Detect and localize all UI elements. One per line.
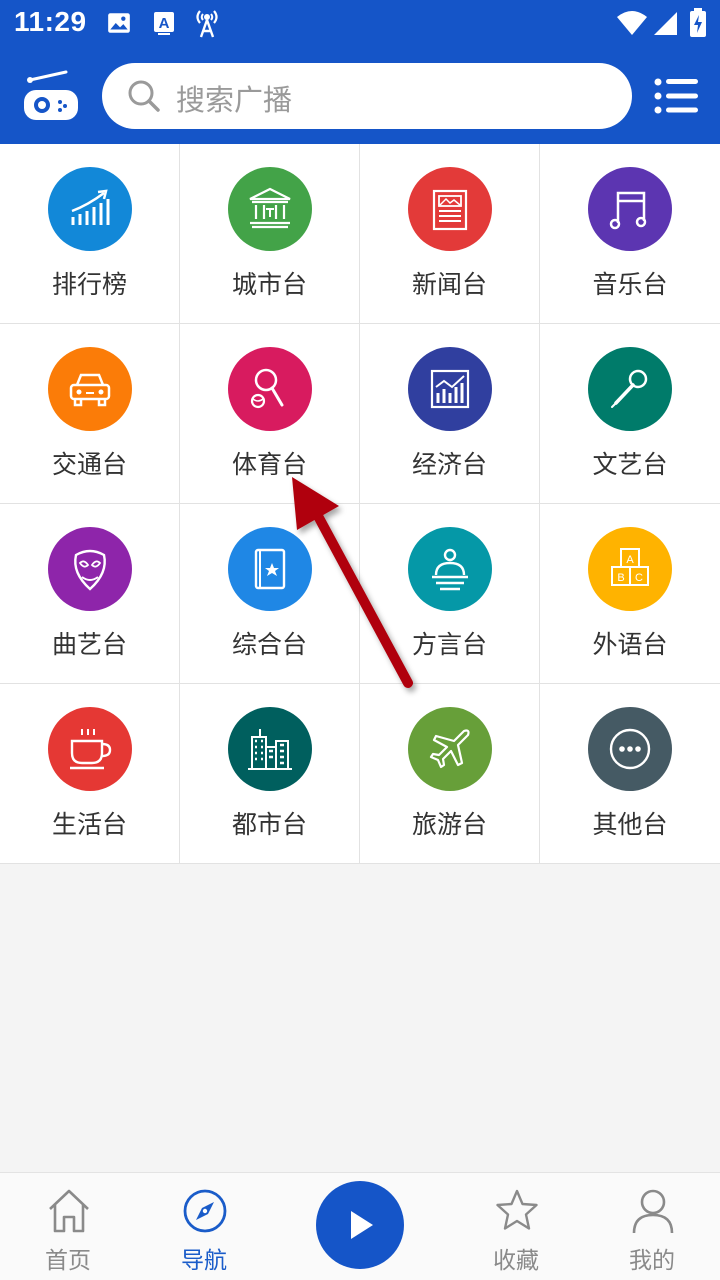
category-label: 外语台 bbox=[592, 630, 668, 659]
star-icon bbox=[496, 1189, 538, 1230]
home-icon bbox=[49, 1189, 89, 1233]
category-icon-bg bbox=[227, 707, 312, 791]
category-dialect[interactable]: 方言台 bbox=[360, 504, 540, 684]
car-icon bbox=[69, 373, 110, 407]
user-icon bbox=[632, 1189, 674, 1234]
broadcast-tower-icon bbox=[196, 10, 218, 38]
category-icon-bg bbox=[47, 707, 132, 791]
airplane-icon bbox=[429, 729, 470, 769]
category-icon-bg bbox=[227, 347, 312, 431]
category-icon-bg bbox=[227, 167, 312, 251]
category-icon-bg bbox=[47, 167, 132, 251]
abc-blocks-icon: A B C bbox=[611, 548, 649, 586]
category-city[interactable]: 城市台 bbox=[180, 144, 360, 324]
category-label: 其他台 bbox=[592, 810, 668, 839]
nav-favorites[interactable]: 收藏 bbox=[456, 1173, 576, 1280]
category-travel[interactable]: 旅游台 bbox=[360, 684, 540, 864]
category-icon-bg bbox=[227, 527, 312, 611]
search-icon bbox=[128, 80, 160, 112]
category-traffic[interactable]: 交通台 bbox=[0, 324, 180, 504]
category-metro[interactable]: 都市台 bbox=[180, 684, 360, 864]
category-label: 文艺台 bbox=[592, 450, 668, 479]
opera-mask-icon bbox=[73, 549, 106, 591]
more-dots-icon bbox=[609, 728, 651, 770]
list-menu-icon[interactable] bbox=[654, 76, 698, 116]
category-label: 交通台 bbox=[51, 450, 127, 479]
category-other[interactable]: 其他台 bbox=[540, 684, 720, 864]
category-label: 综合台 bbox=[231, 630, 307, 659]
economy-chart-icon bbox=[430, 369, 469, 409]
coffee-cup-icon bbox=[69, 729, 111, 770]
category-label: 经济台 bbox=[411, 450, 487, 479]
city-buildings-icon bbox=[247, 729, 292, 770]
newspaper-icon bbox=[432, 189, 467, 231]
category-foreign-language[interactable]: A B C 外语台 bbox=[540, 504, 720, 684]
nav-navigation[interactable]: 导航 bbox=[144, 1173, 264, 1280]
nav-label: 首页 bbox=[45, 1248, 91, 1274]
category-icon-bg bbox=[407, 167, 492, 251]
app-bar: 搜索广播 bbox=[0, 48, 720, 144]
search-placeholder: 搜索广播 bbox=[176, 83, 293, 117]
signal-icon bbox=[654, 12, 677, 35]
category-label: 排行榜 bbox=[51, 270, 127, 299]
play-icon bbox=[351, 1211, 373, 1239]
keyboard-a-icon: A bbox=[154, 12, 174, 35]
category-label: 生活台 bbox=[51, 810, 127, 839]
battery-charging-icon bbox=[690, 8, 706, 37]
music-note-icon bbox=[609, 191, 647, 230]
chart-up-icon bbox=[71, 189, 109, 225]
category-icon-bg: A B C bbox=[588, 527, 672, 611]
category-label: 旅游台 bbox=[411, 810, 487, 839]
wifi-icon bbox=[617, 11, 647, 35]
category-label: 新闻台 bbox=[411, 270, 487, 299]
category-icon-bg bbox=[588, 707, 672, 791]
category-label: 音乐台 bbox=[592, 270, 668, 299]
nav-profile[interactable]: 我的 bbox=[592, 1173, 712, 1280]
category-icon-bg bbox=[47, 527, 132, 611]
category-economy[interactable]: 经济台 bbox=[360, 324, 540, 504]
category-icon-bg bbox=[588, 347, 672, 431]
microphone-icon bbox=[611, 369, 648, 408]
category-icon-bg bbox=[407, 707, 492, 791]
category-label: 都市台 bbox=[231, 810, 307, 839]
svg-text:B: B bbox=[617, 572, 624, 584]
category-general[interactable]: 综合台 bbox=[180, 504, 360, 684]
building-columns-icon bbox=[249, 187, 290, 229]
category-lifestyle[interactable]: 生活台 bbox=[0, 684, 180, 864]
nav-home[interactable]: 首页 bbox=[8, 1173, 128, 1280]
category-news[interactable]: 新闻台 bbox=[360, 144, 540, 324]
book-star-icon bbox=[254, 548, 285, 590]
category-label: 体育台 bbox=[231, 450, 307, 479]
category-arts[interactable]: 文艺台 bbox=[540, 324, 720, 504]
category-ranking[interactable]: 排行榜 bbox=[0, 144, 180, 324]
image-icon bbox=[108, 13, 130, 33]
category-label: 城市台 bbox=[231, 270, 307, 299]
nav-label: 我的 bbox=[629, 1248, 675, 1274]
status-time: 11:29 bbox=[14, 6, 87, 37]
bottom-navigation: 首页 导航 收藏 我的 bbox=[0, 1172, 720, 1280]
svg-text:C: C bbox=[635, 572, 643, 584]
category-icon-bg bbox=[407, 347, 492, 431]
compass-icon bbox=[183, 1189, 227, 1233]
play-button[interactable] bbox=[316, 1181, 404, 1269]
svg-text:A: A bbox=[159, 15, 170, 32]
category-icon-bg bbox=[47, 347, 132, 431]
category-icon-bg bbox=[407, 527, 492, 611]
category-folk-arts[interactable]: 曲艺台 bbox=[0, 504, 180, 684]
radio-icon[interactable] bbox=[22, 70, 80, 122]
nav-label: 导航 bbox=[181, 1248, 227, 1274]
search-input[interactable]: 搜索广播 bbox=[102, 63, 632, 129]
category-icon-bg bbox=[588, 167, 672, 251]
speaker-podium-icon bbox=[431, 548, 468, 591]
category-music[interactable]: 音乐台 bbox=[540, 144, 720, 324]
category-grid: 排行榜 城市台 新闻台 音乐台 交通台 体育台 经济台 文艺台 曲艺台 综合台 … bbox=[0, 144, 720, 864]
app-header: 11:29 A 搜索广播 bbox=[0, 0, 720, 144]
status-bar: 11:29 A bbox=[0, 0, 720, 48]
category-label: 曲艺台 bbox=[51, 630, 127, 659]
nav-label: 收藏 bbox=[493, 1248, 539, 1274]
racket-ball-icon bbox=[250, 368, 283, 409]
category-sports[interactable]: 体育台 bbox=[180, 324, 360, 504]
category-label: 方言台 bbox=[411, 630, 487, 659]
svg-text:A: A bbox=[626, 554, 634, 566]
